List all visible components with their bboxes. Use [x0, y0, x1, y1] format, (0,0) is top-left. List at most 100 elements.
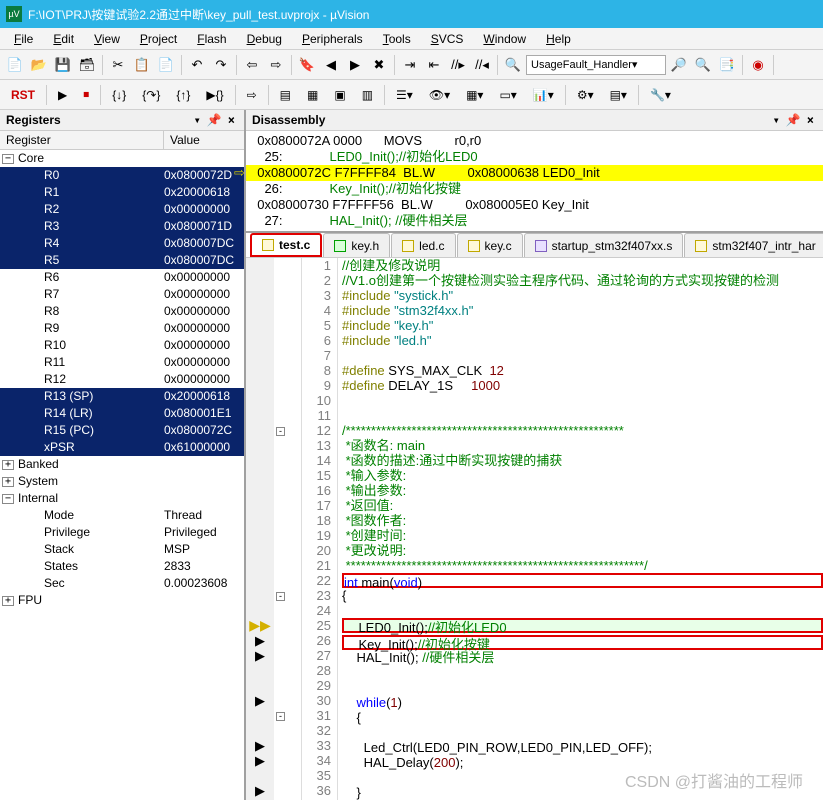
- register-row[interactable]: +FPU: [0, 592, 244, 609]
- code-line[interactable]: }: [342, 785, 823, 800]
- register-row[interactable]: R40x080007DC: [0, 235, 244, 252]
- comment-icon[interactable]: //▸: [447, 54, 469, 76]
- debug-icon[interactable]: ◉: [747, 54, 769, 76]
- register-row[interactable]: R14 (LR)0x080001E1: [0, 405, 244, 422]
- marker[interactable]: [246, 513, 274, 528]
- outdent-icon[interactable]: ⇤: [423, 54, 445, 76]
- window-call-icon[interactable]: ☰▾: [389, 85, 420, 105]
- marker[interactable]: [246, 573, 274, 588]
- marker[interactable]: ▶: [246, 648, 274, 663]
- marker[interactable]: [246, 498, 274, 513]
- menu-peripherals[interactable]: Peripherals: [294, 30, 371, 48]
- window-disasm-icon[interactable]: ▦: [300, 85, 325, 105]
- nav-fwd-icon[interactable]: ⇨: [265, 54, 287, 76]
- code-line[interactable]: Key_Init();//初始化按键: [342, 635, 823, 650]
- code-line[interactable]: *函数名: main: [342, 438, 823, 453]
- register-row[interactable]: xPSR0x61000000: [0, 439, 244, 456]
- marker[interactable]: [246, 603, 274, 618]
- marker[interactable]: ▶▶: [246, 618, 274, 633]
- disasm-line[interactable]: 27: HAL_Init(); //硬件相关层: [246, 213, 823, 229]
- code-line[interactable]: [342, 393, 823, 408]
- marker[interactable]: [246, 288, 274, 303]
- marker[interactable]: [246, 588, 274, 603]
- code-line[interactable]: [342, 408, 823, 423]
- window-trace-icon[interactable]: ⚙▾: [570, 85, 601, 105]
- code-line[interactable]: *输入参数:: [342, 468, 823, 483]
- code-line[interactable]: *图数作者:: [342, 513, 823, 528]
- window-watch-icon[interactable]: 👁▾: [422, 85, 457, 105]
- marker[interactable]: [246, 723, 274, 738]
- menu-debug[interactable]: Debug: [239, 30, 290, 48]
- menu-svcs[interactable]: SVCS: [423, 30, 472, 48]
- register-row[interactable]: R100x00000000: [0, 337, 244, 354]
- disasm-line[interactable]: 25: LED0_Init();//初始化LED0: [246, 149, 823, 165]
- tab-startup_stm32f407xx-s[interactable]: startup_stm32f407xx.s: [524, 233, 684, 257]
- marker[interactable]: [246, 708, 274, 723]
- menu-window[interactable]: Window: [475, 30, 534, 48]
- register-row[interactable]: +Banked: [0, 456, 244, 473]
- disasm-line[interactable]: 26: Key_Init();//初始化按键: [246, 181, 823, 197]
- panel-pin-icon[interactable]: 📌: [783, 113, 804, 127]
- panel-pin-icon[interactable]: 📌: [204, 113, 225, 127]
- window-reg-icon[interactable]: ▥: [355, 85, 380, 105]
- register-row[interactable]: R60x00000000: [0, 269, 244, 286]
- paste-icon[interactable]: 📄: [155, 54, 177, 76]
- code-line[interactable]: [342, 725, 823, 740]
- marker[interactable]: [246, 318, 274, 333]
- marker[interactable]: [246, 678, 274, 693]
- register-row[interactable]: R80x00000000: [0, 303, 244, 320]
- register-row[interactable]: +System: [0, 473, 244, 490]
- marker[interactable]: [246, 483, 274, 498]
- save-icon[interactable]: 💾: [52, 54, 74, 76]
- code-line[interactable]: {: [342, 710, 823, 725]
- menu-edit[interactable]: Edit: [45, 30, 82, 48]
- window-cmd-icon[interactable]: ▤: [273, 85, 298, 105]
- code-line[interactable]: *创建时间:: [342, 528, 823, 543]
- code-line[interactable]: while(1): [342, 695, 823, 710]
- findfiles-icon[interactable]: 📑: [716, 54, 738, 76]
- register-row[interactable]: R70x00000000: [0, 286, 244, 303]
- disasm-line[interactable]: ⇨ 0x0800072C F7FFFF84 BL.W 0x08000638 LE…: [246, 165, 823, 181]
- bookmark-next-icon[interactable]: ▶: [344, 54, 366, 76]
- marker[interactable]: [246, 273, 274, 288]
- code-line[interactable]: *输出参数:: [342, 483, 823, 498]
- marker[interactable]: [246, 453, 274, 468]
- register-row[interactable]: R50x080007DC: [0, 252, 244, 269]
- tab-stm32f407_intr_har[interactable]: stm32f407_intr_har: [684, 233, 823, 257]
- panel-close-icon[interactable]: ×: [225, 113, 238, 127]
- marker[interactable]: [246, 768, 274, 783]
- marker[interactable]: ▶: [246, 633, 274, 648]
- marker[interactable]: [246, 258, 274, 273]
- window-sys-icon[interactable]: ▤▾: [603, 85, 634, 105]
- register-row[interactable]: R120x00000000: [0, 371, 244, 388]
- code-line[interactable]: {: [342, 588, 823, 603]
- marker[interactable]: [246, 333, 274, 348]
- stepout-icon[interactable]: {↑}: [169, 85, 197, 105]
- register-row[interactable]: R10x20000618: [0, 184, 244, 201]
- bookmark-icon[interactable]: 🔖: [296, 54, 318, 76]
- code-line[interactable]: #define DELAY_1S 1000: [342, 378, 823, 393]
- marker[interactable]: ▶: [246, 783, 274, 798]
- marker[interactable]: [246, 423, 274, 438]
- runto-icon[interactable]: ▶{}: [199, 85, 230, 105]
- menu-view[interactable]: View: [86, 30, 128, 48]
- marker[interactable]: [246, 543, 274, 558]
- code-line[interactable]: *返回值:: [342, 498, 823, 513]
- register-row[interactable]: R20x00000000: [0, 201, 244, 218]
- marker[interactable]: [246, 393, 274, 408]
- register-row[interactable]: R13 (SP)0x20000618: [0, 388, 244, 405]
- bookmark-prev-icon[interactable]: ◀: [320, 54, 342, 76]
- code-line[interactable]: #include "key.h": [342, 318, 823, 333]
- marker[interactable]: [246, 303, 274, 318]
- nav-back-icon[interactable]: ⇦: [241, 54, 263, 76]
- code-line[interactable]: #include "led.h": [342, 333, 823, 348]
- register-row[interactable]: StackMSP: [0, 541, 244, 558]
- uncomment-icon[interactable]: //◂: [471, 54, 493, 76]
- menu-help[interactable]: Help: [538, 30, 579, 48]
- marker[interactable]: ▶: [246, 693, 274, 708]
- code-line[interactable]: #include "systick.h": [342, 288, 823, 303]
- register-row[interactable]: ModeThread: [0, 507, 244, 524]
- disasm-line[interactable]: 0x08000730 F7FFFF56 BL.W 0x080005E0 Key_…: [246, 197, 823, 213]
- tab-test-c[interactable]: test.c: [250, 233, 322, 257]
- code-line[interactable]: [342, 680, 823, 695]
